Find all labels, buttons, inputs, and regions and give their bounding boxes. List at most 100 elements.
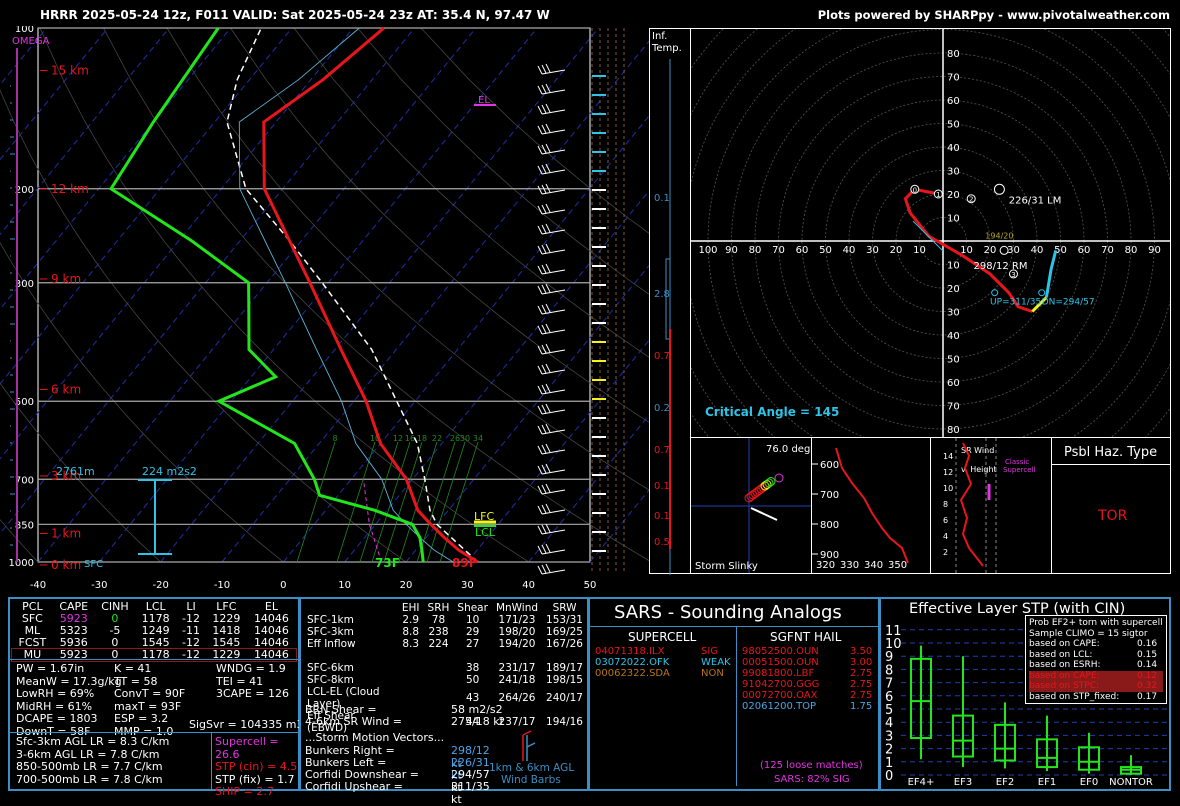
kin-cell: Eff Inflow [307, 638, 356, 650]
hodo-ring-label: 50 [947, 355, 960, 366]
stp-legend-label: based on ESRH: [1029, 660, 1101, 670]
kin-cell [398, 674, 424, 686]
inf-value: 2.8 [654, 289, 670, 300]
barb-flag [541, 524, 547, 534]
hodo-x-label: 10 [913, 245, 926, 256]
stp-legend-label: based on CAPE: [1029, 670, 1100, 681]
kin-cell: 169/25 [546, 626, 583, 638]
temp-tick-label: -30 [91, 580, 107, 591]
analog-class: NON [701, 668, 724, 679]
hodo-ring-label: 30 [947, 308, 960, 319]
indices-col2: K = 41 TT = 58 ConvT = 90F maxT = 93F ESP = … [114, 662, 186, 738]
kin-cell [424, 674, 454, 686]
kin-cell: SFC-1km [307, 614, 354, 626]
analog-class: SIG [701, 646, 719, 657]
sr-wind-chart: SR Windv. HeightClassicSupercell14121086… [943, 438, 1035, 573]
critical-angle-label: Critical Angle = 145 [705, 405, 839, 419]
hodo-ring-label: 70 [947, 402, 960, 413]
stp-legend-label: based on CAPE: [1029, 639, 1100, 649]
pressure-label: 1000 [9, 558, 34, 569]
kin-cell: 10 [465, 614, 480, 626]
hodo-height-label: 1 [936, 191, 940, 199]
slinky-el-ring [774, 473, 784, 483]
stp-legend-row: based on CAPE: 0.12 [1029, 670, 1163, 681]
srw-y-label: 8 [943, 500, 948, 509]
isotherm-line [466, 27, 906, 563]
stp-legend-value: 0.14 [1137, 660, 1158, 670]
stp-legend-value: 0.12 [1137, 670, 1158, 681]
barbs-label-1: 1km & 6km AGL [489, 762, 575, 774]
srw-legend: Classic [1005, 458, 1029, 466]
stp-legend-label: Prob EF2+ torn with supercell [1029, 618, 1163, 628]
storm-slinky-panel: 76.0 deg Storm Slinky [690, 437, 812, 574]
kin-row: SFC-1km 2.9 78 10 171/23 153/31 [303, 614, 587, 626]
barb-flag [545, 183, 551, 193]
mixing-ratio-label: 22 [432, 434, 442, 443]
barb-flag [537, 565, 543, 575]
hodo-ring-label: 30 [947, 167, 960, 178]
barb-flag [541, 264, 547, 274]
kin-cell: SFC-3km [307, 626, 354, 638]
height-label: ─ 6 km [39, 382, 81, 396]
stp-box [1036, 715, 1058, 772]
kin-cell: 50 [465, 674, 480, 686]
isotherm-line [282, 27, 722, 563]
lapse-rate: 700-500mb LR = 7.8 C/km [16, 772, 163, 786]
kin-header: EHI [401, 602, 420, 614]
wind-barb [537, 443, 566, 455]
lapse-rates: Sfc-3km AGL LR = 8.3 C/km 3-6km AGL LR = … [16, 735, 169, 786]
temp-tick-label: -40 [30, 580, 46, 591]
dn-label: DN=294/57 [1042, 297, 1095, 307]
hodo-x-label: 40 [843, 245, 856, 256]
kin-cell [453, 650, 492, 662]
stp-category: EF2 [996, 777, 1014, 788]
barb-flag [537, 125, 543, 135]
kin-cell: 231/17 [498, 662, 536, 674]
dewpoint-trace [108, 27, 425, 563]
stp-legend-row: Prob EF2+ torn with supercell [1029, 618, 1163, 629]
analog-date: 02061200.TOP [742, 701, 817, 712]
kin-cell: 38 [465, 662, 480, 674]
temp-tick-label: -10 [214, 580, 230, 591]
kin-cell: 27 [465, 638, 480, 650]
kin-cell: SFC-8km [307, 674, 354, 686]
mean-wind-label: 194/20 [985, 232, 1013, 241]
index-value: ConvT = 90F [114, 687, 186, 700]
barb-flag [545, 323, 551, 333]
wind-barb [537, 463, 566, 475]
hodograph-panel: 10 10 20 20 30 30 40 40 50 50 60 60 70 70 80 80 100 90 80 7… [613, 0, 1180, 571]
slinky-deg: 76.0 deg [766, 444, 810, 455]
srw-y-label: 6 [943, 516, 948, 525]
kin-cell [398, 650, 424, 662]
barb-flag [537, 105, 543, 115]
wind-barb [537, 83, 566, 95]
index-value: 3CAPE = 126 [216, 687, 289, 700]
kin-cell: 153/31 [546, 614, 583, 626]
analog-size: 2.75 [850, 679, 873, 690]
srw-y-label: 12 [943, 468, 953, 477]
kin-header [303, 602, 398, 614]
wind-barb [537, 203, 566, 215]
analog-size: 1.75 [850, 701, 873, 712]
mixing-ratio-line [416, 441, 456, 563]
barb-flag [537, 385, 543, 395]
lm-marker [993, 183, 1005, 195]
temp-tick-label: 40 [522, 580, 535, 591]
hodo-x-label: 60 [1078, 245, 1091, 256]
vectors-title: ...Storm Motion Vectors... [305, 731, 445, 744]
mixing-ratio-label: 34 [473, 434, 483, 443]
wind-barb [537, 323, 566, 335]
kin-cell: 224 [428, 638, 449, 650]
inf-value: 0.1 [654, 193, 670, 204]
analog-size: 2.75 [850, 690, 873, 701]
el-label: EL [478, 95, 490, 106]
barb-flag [541, 244, 547, 254]
hodo-ring-label: 10 [947, 214, 960, 225]
hodo-height-label: 0 [913, 186, 917, 194]
hodo-ring-label: 70 [947, 73, 960, 84]
kin-cell [424, 650, 454, 662]
hodo-ring-label: 20 [947, 190, 960, 201]
barb-flag [545, 403, 551, 413]
hazard-value: TOR [1098, 508, 1128, 524]
analog-date: 00072700.OAX [742, 690, 818, 701]
